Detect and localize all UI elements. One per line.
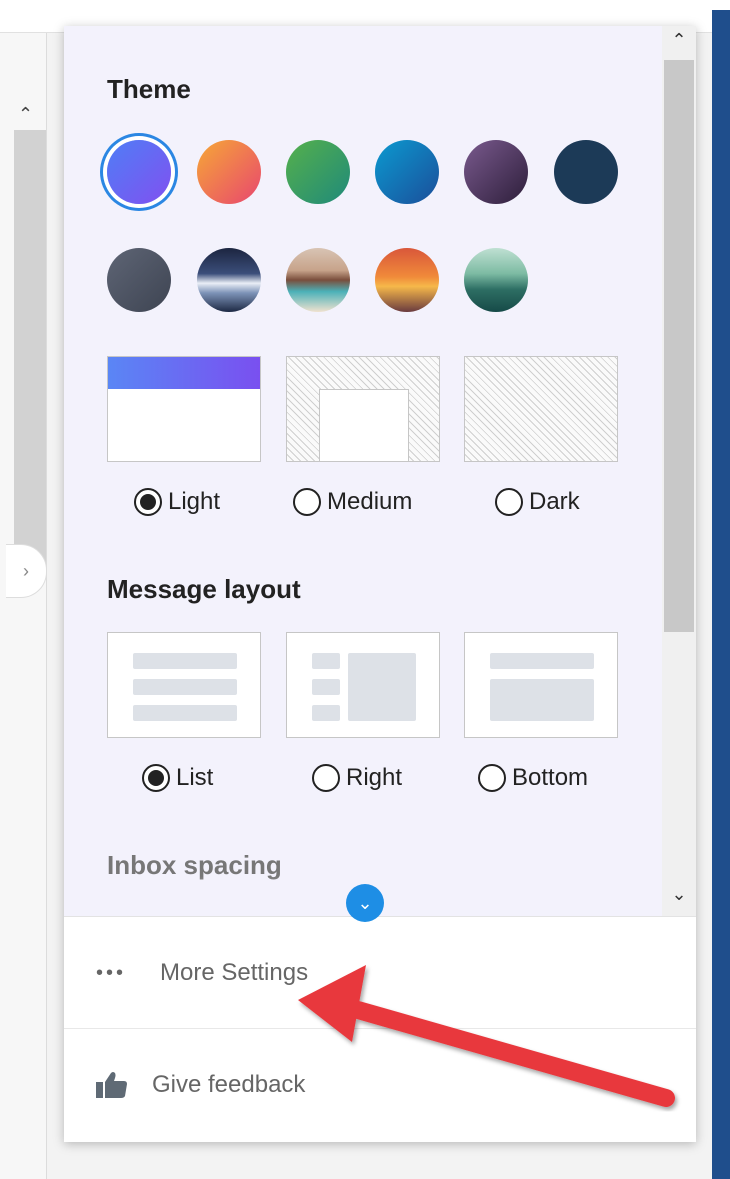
layout-right-preview[interactable] (286, 632, 440, 738)
theme-swatch-blue[interactable] (375, 140, 439, 204)
theme-swatch-blue-purple[interactable] (107, 140, 171, 204)
theme-swatch-mountains[interactable] (197, 248, 261, 312)
radio-bottom-indicator[interactable] (478, 764, 506, 792)
scroll-up-icon[interactable]: ⌃ (662, 30, 696, 51)
scrollbar-thumb[interactable] (14, 130, 46, 570)
light-mode-preview[interactable] (107, 356, 261, 462)
preview-content-box (319, 389, 409, 461)
scroll-up-icon[interactable]: ⌃ (18, 104, 33, 125)
radio-list-label: List (176, 764, 214, 791)
radio-bottom[interactable]: Bottom (478, 764, 588, 792)
radio-medium-label: Medium (327, 488, 413, 515)
layout-list-preview[interactable] (107, 632, 261, 738)
theme-swatch-navy[interactable] (554, 140, 618, 204)
more-settings-label: More Settings (160, 959, 309, 986)
chevron-right-icon: › (23, 560, 29, 581)
theme-swatch-green[interactable] (286, 140, 350, 204)
message-layout-title: Message layout (107, 574, 301, 604)
radio-medium[interactable]: Medium (293, 488, 412, 516)
dark-mode-preview[interactable] (464, 356, 618, 462)
radio-dark-indicator[interactable] (495, 488, 523, 516)
radio-dark-label: Dark (529, 488, 580, 515)
settings-scroll-area: Theme Light Medium Dark Message layout L… (64, 26, 662, 916)
theme-swatch-gray[interactable] (107, 248, 171, 312)
radio-right-indicator[interactable] (312, 764, 340, 792)
preview-header-bar (108, 357, 260, 389)
radio-list[interactable]: List (142, 764, 213, 792)
give-feedback-label: Give feedback (152, 1071, 306, 1098)
scroll-down-icon[interactable]: ⌄ (662, 884, 696, 905)
quick-settings-panel: Theme Light Medium Dark Message layout L… (64, 26, 696, 1142)
radio-light-indicator[interactable] (134, 488, 162, 516)
theme-swatch-purple[interactable] (464, 140, 528, 204)
more-ellipsis-icon: ••• (96, 961, 127, 984)
panel-scrollbar[interactable]: ⌃ ⌄ (662, 26, 696, 916)
app-right-edge (712, 10, 730, 1179)
radio-right-label: Right (346, 764, 403, 791)
radio-bottom-label: Bottom (512, 764, 589, 791)
radio-dark[interactable]: Dark (495, 488, 580, 516)
theme-title: Theme (107, 74, 191, 104)
give-feedback-link[interactable]: Give feedback (64, 1029, 696, 1141)
radio-right[interactable]: Right (312, 764, 402, 792)
radio-light[interactable]: Light (134, 488, 220, 516)
left-pane-scrollbar[interactable]: ⌃ (12, 100, 46, 570)
panel-scrollbar-thumb[interactable] (664, 60, 694, 632)
radio-list-indicator[interactable] (142, 764, 170, 792)
theme-swatch-orange-pink[interactable] (197, 140, 261, 204)
theme-swatch-sunset[interactable] (375, 248, 439, 312)
radio-light-label: Light (168, 488, 221, 515)
theme-swatch-camper[interactable] (286, 248, 350, 312)
layout-bottom-preview[interactable] (464, 632, 618, 738)
thumbs-up-icon (96, 1070, 144, 1100)
more-settings-link[interactable]: ••• More Settings (64, 917, 696, 1029)
scroll-more-chevron-icon[interactable]: ⌄ (346, 884, 384, 922)
medium-mode-preview[interactable] (286, 356, 440, 462)
radio-medium-indicator[interactable] (293, 488, 321, 516)
theme-swatch-lake[interactable] (464, 248, 528, 312)
